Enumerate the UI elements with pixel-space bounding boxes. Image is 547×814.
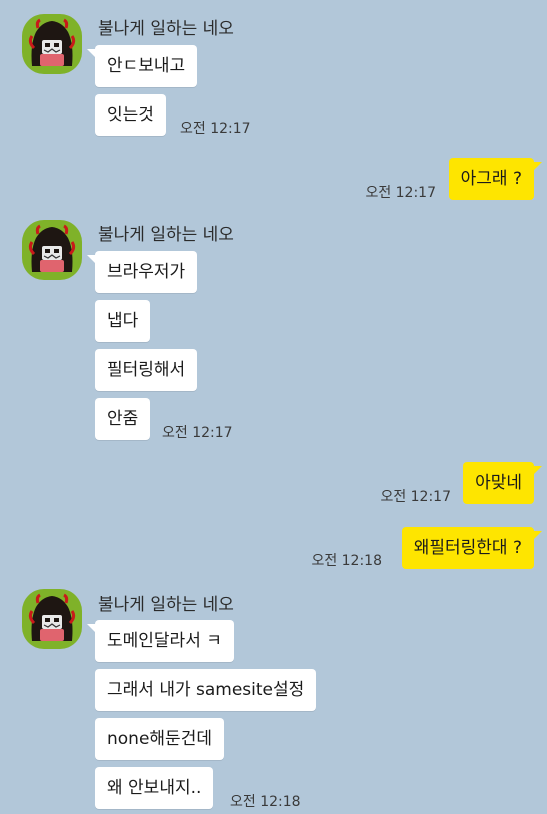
avatar[interactable] xyxy=(22,589,82,649)
sender-name: 불나게 일하는 네오 xyxy=(98,225,234,245)
message-bubble[interactable]: none해둔건데 xyxy=(95,718,224,760)
message-time: 오전 12:17 xyxy=(380,489,451,505)
message-time: 오전 12:18 xyxy=(311,553,382,569)
sender-name: 불나게 일하는 네오 xyxy=(98,595,234,615)
message-time: 오전 12:17 xyxy=(180,121,251,137)
message-time: 오전 12:17 xyxy=(162,425,233,441)
message-bubble[interactable]: 잇는것 xyxy=(95,94,166,136)
message-bubble[interactable]: 그래서 내가 samesite설정 xyxy=(95,669,317,711)
message-bubble[interactable]: 왜 안보내지.. xyxy=(95,767,214,809)
avatar[interactable] xyxy=(22,220,82,280)
my-message-bubble[interactable]: 왜필터링한대 ? xyxy=(401,527,543,569)
message-bubble[interactable]: 브라우저가 xyxy=(86,251,198,293)
message-bubble[interactable]: 도메인달라서 ㅋ xyxy=(87,620,234,662)
my-message-bubble[interactable]: 아맞네 xyxy=(463,462,542,504)
message-time: 오전 12:17 xyxy=(365,185,436,201)
avatar[interactable] xyxy=(22,14,82,74)
message-bubble[interactable]: 안줌 xyxy=(95,398,151,440)
sender-name: 불나게 일하는 네오 xyxy=(98,19,234,39)
my-message-bubble[interactable]: 아그래 ? xyxy=(448,158,543,200)
message-time: 오전 12:18 xyxy=(230,794,301,810)
message-bubble[interactable]: 냅다 xyxy=(95,300,151,342)
message-bubble[interactable]: 필터링해서 xyxy=(95,349,198,391)
message-bubble[interactable]: 안ㄷ보내고 xyxy=(86,45,198,87)
